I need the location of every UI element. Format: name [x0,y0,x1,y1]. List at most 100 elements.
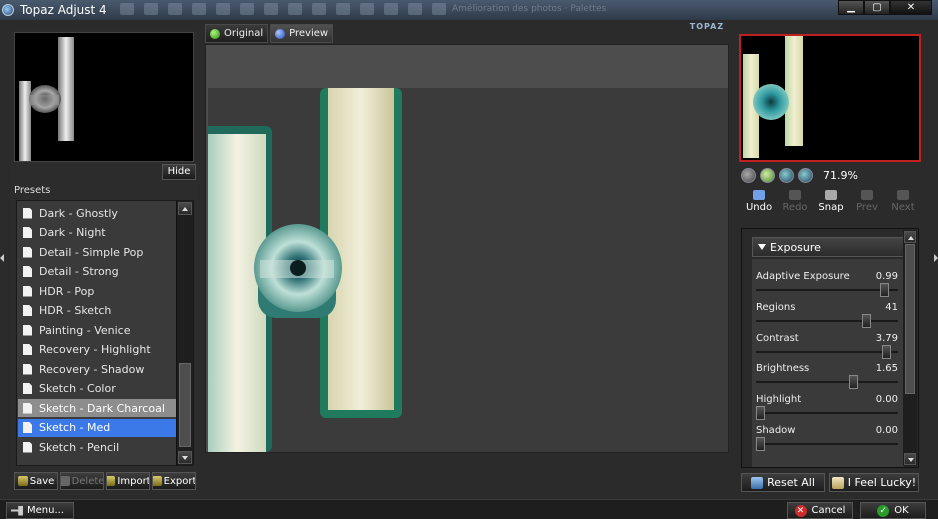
slider-value[interactable]: 41 [885,302,898,313]
scroll-up-arrow-icon[interactable] [904,231,916,243]
undo-button[interactable]: Undo [741,190,777,218]
close-button[interactable]: ✕ [890,0,932,15]
minimize-button[interactable]: ▁ [838,0,864,15]
document-icon [23,285,32,297]
preset-item[interactable]: Recovery - Highlight [18,341,176,359]
faded-toolbar-icon [264,3,278,15]
preset-item[interactable]: Sketch - Dark Charcoal [18,399,176,417]
save-preset-button[interactable]: Save [14,472,58,490]
presets-scrollbar[interactable] [176,201,193,465]
slider-track[interactable] [756,443,898,445]
slider-thumb[interactable] [862,313,872,328]
menu-button[interactable]: Menu... [6,502,74,519]
import-preset-button[interactable]: Import [106,472,150,490]
next-button[interactable]: Next [885,190,921,218]
preset-item-label: Dark - Ghostly [39,206,118,220]
tab-original[interactable]: Original [205,24,269,43]
slider-track[interactable] [756,289,898,291]
preset-item[interactable]: Sketch - Color [18,380,176,398]
slider-thumb[interactable] [882,344,892,359]
zoom-in-icon[interactable] [760,167,775,183]
tab-preview[interactable]: Preview [270,24,334,43]
redo-icon [789,190,801,200]
collapse-right-arrow-icon[interactable] [934,254,938,262]
slider-thumb[interactable] [879,283,889,297]
delete-preset-button[interactable]: Delete [60,472,104,490]
zoom-actual-size-icon[interactable] [798,167,813,183]
preset-item[interactable]: Dark - Night [18,224,176,242]
reset-icon [751,476,764,489]
redo-button[interactable]: Redo [777,190,813,218]
hide-thumbnail-button[interactable]: Hide [162,164,196,180]
preset-item[interactable]: Sketch - Pencil [18,438,176,456]
slider-thumb[interactable] [756,437,765,451]
collapse-left-arrow-icon[interactable] [0,254,4,262]
slider-value[interactable]: 0.99 [876,271,898,282]
undo-icon [753,190,765,200]
preset-item[interactable]: Detail - Strong [18,263,176,281]
slider-value[interactable]: 0.00 [876,394,898,405]
zoom-out-icon[interactable] [741,167,756,183]
faded-toolbar-icon [216,3,230,15]
slider-track[interactable] [756,319,898,322]
zoom-fit-icon[interactable] [779,167,794,183]
dice-icon [831,476,844,489]
slider-row: Adaptive Exposure 0.99 [756,271,900,301]
delete-preset-label: Delete [71,475,104,487]
slider-row: Shadow 0.00 [756,425,900,455]
adjustments-scroll-thumb[interactable] [905,244,915,394]
preset-item-label: Dark - Night [39,226,106,239]
prev-button[interactable]: Prev [849,190,885,218]
exposure-section-header[interactable]: Exposure [752,237,904,257]
presets-scroll-thumb[interactable] [179,363,191,447]
topaz-logo: TOPAZ [689,22,725,31]
slider-value[interactable]: 0.00 [876,425,898,436]
preset-item-label: Detail - Simple Pop [39,245,144,259]
import-preset-label: Import [117,475,150,487]
slider-value[interactable]: 3.79 [876,333,898,344]
feel-lucky-button[interactable]: I Feel Lucky! [829,473,919,492]
navigator-thumbnail[interactable] [14,32,194,162]
document-icon [23,422,32,433]
slider-track[interactable] [756,412,898,415]
scroll-down-arrow-icon[interactable] [904,453,916,465]
preset-item[interactable]: Painting - Venice [18,321,176,339]
slider-thumb[interactable] [849,375,859,390]
slider-label: Highlight [756,394,802,406]
presets-list: Dark - Ghostly Dark - Night Detail - Simpl… [16,200,194,466]
ok-button[interactable]: ✓ OK [860,502,926,519]
faded-toolbar-icon [432,3,446,15]
preset-item-label: Recovery - Shadow [39,362,145,376]
menu-label: Menu... [27,505,64,516]
slider-track[interactable] [756,350,898,353]
slider-track[interactable] [756,381,898,384]
export-preset-button[interactable]: Export [152,472,196,490]
cancel-button[interactable]: ✕ Cancel [787,502,853,519]
preset-item-label: Recovery - Highlight [39,343,151,356]
reset-all-button[interactable]: Reset All [741,473,825,492]
export-preset-label: Export [163,475,196,487]
preset-item[interactable]: HDR - Sketch [18,302,176,320]
preset-item[interactable]: Recovery - Shadow [18,360,176,378]
image-canvas[interactable] [205,44,729,453]
scroll-up-arrow-icon[interactable] [178,202,192,215]
document-icon [23,305,32,316]
slider-thumb[interactable] [756,406,765,421]
topaz-app-icon[interactable] [2,4,14,16]
preset-item[interactable]: HDR - Pop [18,282,176,300]
slider-value[interactable]: 1.65 [876,363,898,374]
adjustments-scrollbar[interactable] [903,230,917,466]
preset-actions: Save Delete Import Export [14,472,196,492]
preset-item[interactable]: Sketch - Med [18,418,176,437]
scroll-down-arrow-icon[interactable] [178,451,192,464]
faded-toolbar-icon [240,3,254,15]
snap-button[interactable]: Snap [813,190,849,218]
delete-icon [61,476,70,486]
faded-toolbar-icon [408,3,422,15]
preset-item[interactable]: Dark - Ghostly [18,204,176,222]
preset-item[interactable]: Detail - Simple Pop [18,243,176,261]
snap-label: Snap [818,202,844,213]
preview-thumbnail[interactable] [739,34,921,162]
maximize-button[interactable]: ▢ [864,0,890,15]
export-icon [153,476,162,486]
